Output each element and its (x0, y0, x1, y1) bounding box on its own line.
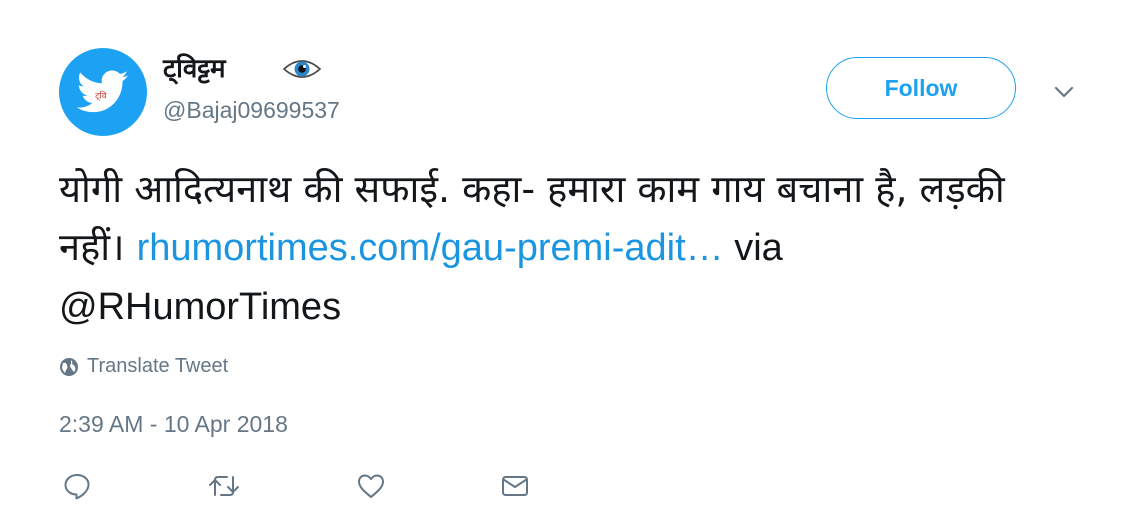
reply-button[interactable] (59, 468, 95, 504)
author-display-name[interactable]: ट्विट्टम (163, 52, 226, 86)
tweet-timestamp[interactable]: 2:39 AM - 10 Apr 2018 (59, 409, 288, 439)
chevron-down-icon[interactable] (1052, 80, 1076, 104)
direct-message-button[interactable] (497, 468, 533, 504)
tweet-link[interactable]: rhumortimes.com/gau-premi-adit… (137, 227, 724, 269)
reply-icon (64, 474, 90, 500)
translate-label: Translate Tweet (87, 355, 229, 377)
tweet-mention[interactable]: @RHumorTimes (59, 286, 341, 328)
twitter-bird-icon: ट्वि (77, 70, 129, 113)
follow-button[interactable]: Follow (826, 57, 1016, 119)
envelope-icon (502, 476, 528, 496)
globe-icon (60, 357, 78, 376)
eye-icon (282, 60, 322, 78)
like-button[interactable] (353, 468, 389, 504)
translate-tweet-button[interactable]: Translate Tweet (59, 355, 228, 378)
svg-text:ट्वि: ट्वि (95, 91, 107, 102)
tweet-via-text: via (723, 227, 783, 269)
retweet-button[interactable] (206, 468, 242, 504)
avatar[interactable]: ट्वि (59, 48, 147, 136)
retweet-icon (209, 476, 239, 496)
heart-icon (358, 474, 384, 498)
tweet-text: योगी आदित्यनाथ की सफाई. कहा- हमारा काम ग… (59, 160, 1059, 336)
author-handle[interactable]: @Bajaj09699537 (163, 95, 340, 125)
tweet-card: ट्वि ट्विट्टम @Bajaj09699537 Follow योगी… (0, 0, 1132, 521)
